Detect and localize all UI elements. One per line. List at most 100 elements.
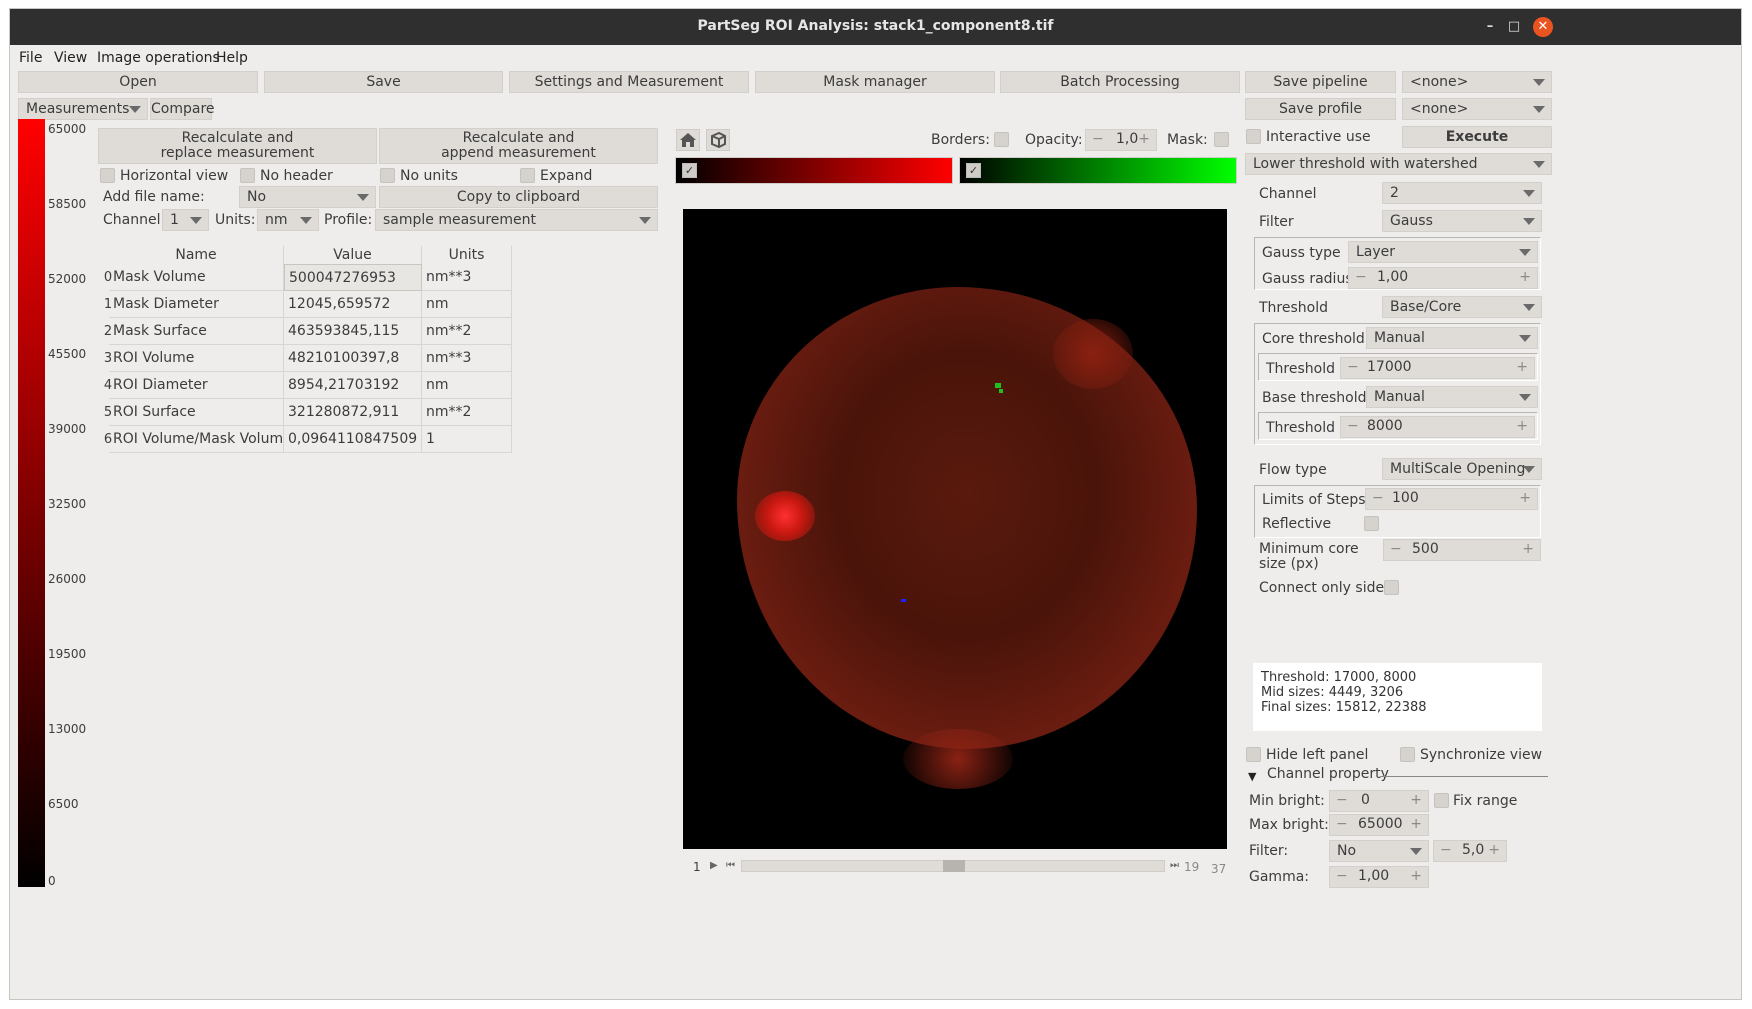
table-cell-value[interactable]: 463593845,115	[284, 318, 422, 345]
image-canvas[interactable]	[683, 209, 1227, 849]
table-cell-units[interactable]: 1	[422, 426, 512, 453]
add-file-name-select[interactable]: No	[239, 186, 376, 208]
increment-icon[interactable]: +	[1516, 418, 1528, 434]
play-icon[interactable]: ▶	[710, 860, 720, 872]
min-bright-spinbox[interactable]: − 0 +	[1329, 790, 1429, 812]
table-cell-units[interactable]: nm**3	[422, 264, 512, 291]
copy-to-clipboard-button[interactable]: Copy to clipboard	[379, 186, 658, 208]
filter-radius-spinbox[interactable]: − 5,0 +	[1433, 840, 1507, 862]
menu-help[interactable]: Help	[216, 50, 248, 66]
open-button[interactable]: Open	[18, 71, 258, 93]
algorithm-select[interactable]: Lower threshold with watershed	[1245, 153, 1552, 175]
table-cell-name[interactable]: ROI Volume	[109, 345, 284, 372]
channel-1-visible-checkbox[interactable]: ✓	[682, 163, 697, 178]
core-threshold-select[interactable]: Manual	[1366, 327, 1538, 349]
tab-measurements[interactable]: Measurements	[18, 98, 148, 120]
measurement-profile-select[interactable]: sample measurement	[375, 209, 658, 231]
home-button[interactable]	[676, 129, 700, 151]
3d-view-button[interactable]	[706, 129, 730, 151]
units-select[interactable]: nm	[257, 209, 319, 231]
profile-select[interactable]: <none>	[1402, 98, 1552, 120]
increment-icon[interactable]: +	[1410, 868, 1422, 884]
increment-icon[interactable]: +	[1488, 842, 1500, 858]
recalculate-append-button[interactable]: Recalculate and append measurement	[379, 128, 658, 164]
table-cell-name[interactable]: Mask Volume	[109, 264, 284, 291]
table-cell-name[interactable]: ROI Diameter	[109, 372, 284, 399]
last-frame-icon[interactable]: ⏭	[1170, 860, 1180, 872]
table-cell-value[interactable]: 0,0964110847509	[284, 426, 422, 453]
table-cell-value[interactable]: 500047276953	[284, 264, 422, 291]
decrement-icon[interactable]: −	[1347, 418, 1359, 434]
increment-icon[interactable]: +	[1410, 816, 1422, 832]
decrement-icon[interactable]: −	[1355, 269, 1367, 285]
synchronize-view-checkbox[interactable]	[1400, 747, 1415, 762]
table-cell-units[interactable]: nm	[422, 372, 512, 399]
table-cell-units[interactable]: nm**3	[422, 345, 512, 372]
algo-channel-select[interactable]: 2	[1382, 182, 1542, 204]
table-cell-name[interactable]: ROI Surface	[109, 399, 284, 426]
flow-type-select[interactable]: MultiScale Opening	[1382, 458, 1542, 480]
horizontal-view-checkbox[interactable]	[100, 168, 115, 183]
mask-manager-button[interactable]: Mask manager	[755, 71, 995, 93]
first-frame-icon[interactable]: ⏮	[726, 860, 736, 872]
channel-1-colormap[interactable]: ✓	[675, 157, 953, 184]
decrement-icon[interactable]: −	[1440, 842, 1452, 858]
max-bright-spinbox[interactable]: − 65000 +	[1329, 814, 1429, 836]
increment-icon[interactable]: +	[1519, 490, 1531, 506]
table-cell-value[interactable]: 12045,659572	[284, 291, 422, 318]
table-cell-value[interactable]: 321280872,911	[284, 399, 422, 426]
save-button[interactable]: Save	[264, 71, 503, 93]
decrement-icon[interactable]: −	[1347, 359, 1359, 375]
table-cell-value[interactable]: 8954,21703192	[284, 372, 422, 399]
decrement-icon[interactable]: −	[1336, 868, 1348, 884]
algo-filter-select[interactable]: Gauss	[1382, 210, 1542, 232]
menu-file[interactable]: File	[19, 50, 42, 66]
channel-select[interactable]: 1	[162, 209, 209, 231]
execute-button[interactable]: Execute	[1402, 126, 1552, 148]
gamma-spinbox[interactable]: − 1,00 +	[1329, 866, 1429, 888]
menu-view[interactable]: View	[54, 50, 87, 66]
table-header-units[interactable]: Units	[422, 246, 512, 264]
increment-icon[interactable]: +	[1519, 269, 1531, 285]
decrement-icon[interactable]: −	[1390, 541, 1402, 557]
threshold-select[interactable]: Base/Core	[1382, 296, 1542, 318]
base-threshold-select[interactable]: Manual	[1366, 386, 1538, 408]
settings-measurement-button[interactable]: Settings and Measurement	[509, 71, 749, 93]
table-cell-units[interactable]: nm**2	[422, 318, 512, 345]
connect-only-sides-checkbox[interactable]	[1384, 580, 1399, 595]
layer-slider[interactable]	[741, 860, 1165, 872]
increment-icon[interactable]: +	[1138, 131, 1150, 147]
fix-range-checkbox[interactable]	[1434, 793, 1449, 808]
tab-compare[interactable]: Compare	[150, 98, 215, 120]
table-cell-name[interactable]: ROI Volume/Mask Volume	[109, 426, 284, 453]
menu-image-operations[interactable]: Image operations	[97, 50, 220, 66]
gauss-radius-spinbox[interactable]: − 1,00 +	[1348, 267, 1538, 289]
gauss-type-select[interactable]: Layer	[1348, 241, 1538, 263]
collapse-triangle-icon[interactable]: ▼	[1248, 770, 1256, 783]
save-profile-button[interactable]: Save profile	[1245, 98, 1396, 120]
decrement-icon[interactable]: −	[1336, 792, 1348, 808]
minimize-button[interactable]: –	[1480, 17, 1500, 37]
limits-of-steps-spinbox[interactable]: − 100 +	[1365, 488, 1538, 510]
layer-slider-handle[interactable]	[943, 860, 965, 872]
save-pipeline-button[interactable]: Save pipeline	[1245, 71, 1396, 93]
batch-processing-button[interactable]: Batch Processing	[1000, 71, 1240, 93]
opacity-spinbox[interactable]: − 1,0 +	[1085, 129, 1157, 151]
mask-checkbox[interactable]	[1214, 132, 1229, 147]
borders-checkbox[interactable]	[994, 132, 1009, 147]
channel-filter-select[interactable]: No	[1329, 840, 1429, 862]
expand-checkbox[interactable]	[520, 168, 535, 183]
decrement-icon[interactable]: −	[1092, 131, 1104, 147]
base-threshold-spinbox[interactable]: − 8000 +	[1340, 416, 1535, 438]
table-header-name[interactable]: Name	[109, 246, 284, 264]
no-header-checkbox[interactable]	[240, 168, 255, 183]
maximize-button[interactable]: □	[1504, 17, 1524, 37]
reflective-checkbox[interactable]	[1364, 516, 1379, 531]
table-cell-name[interactable]: Mask Diameter	[109, 291, 284, 318]
recalculate-replace-button[interactable]: Recalculate and replace measurement	[98, 128, 377, 164]
minimum-core-spinbox[interactable]: − 500 +	[1383, 539, 1541, 561]
pipeline-select[interactable]: <none>	[1402, 71, 1552, 93]
table-cell-units[interactable]: nm**2	[422, 399, 512, 426]
increment-icon[interactable]: +	[1522, 541, 1534, 557]
close-button[interactable]: ✕	[1533, 17, 1553, 37]
